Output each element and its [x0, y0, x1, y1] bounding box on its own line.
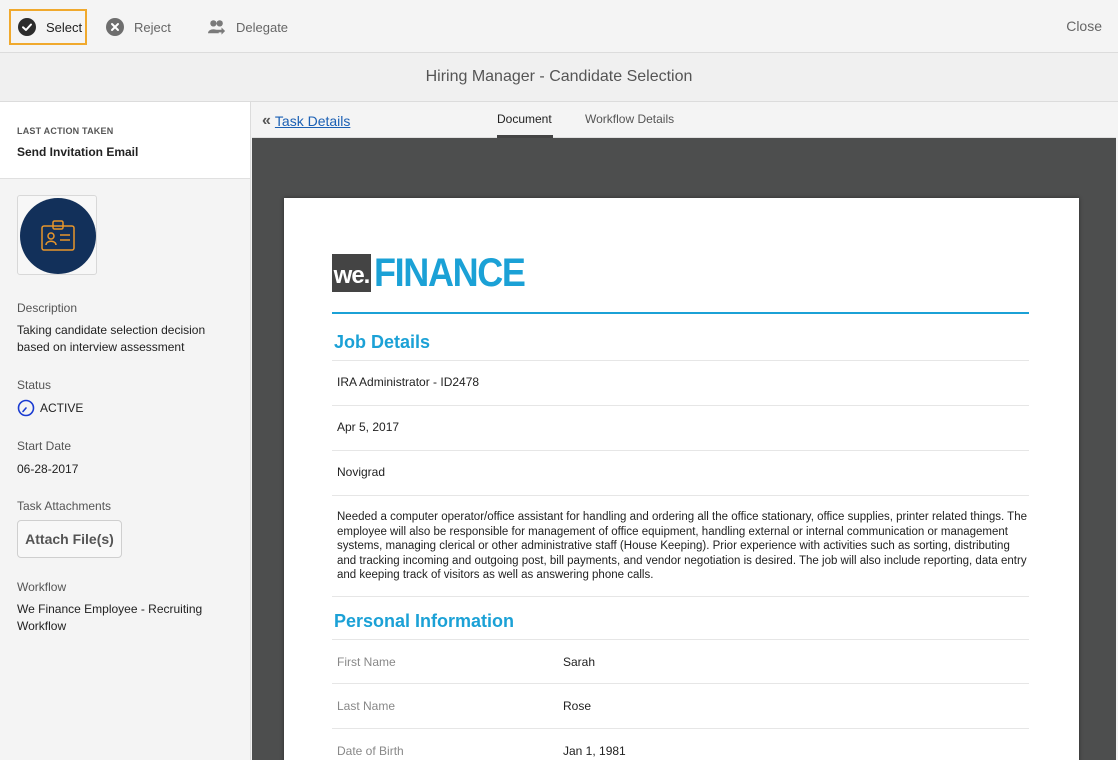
close-button[interactable]: Close — [1066, 18, 1102, 34]
start-date-value: 06-28-2017 — [17, 462, 79, 476]
dob-label: Date of Birth — [337, 744, 404, 758]
task-details-link[interactable]: « Task Details — [262, 112, 350, 130]
divider — [332, 405, 1029, 406]
last-action-panel: LAST ACTION TAKEN Send Invitation Email — [0, 102, 250, 179]
double-chevron-left-icon: « — [262, 112, 271, 129]
tab-document[interactable]: Document — [497, 112, 552, 126]
task-details-label: Task Details — [274, 113, 351, 129]
reject-label: Reject — [134, 19, 171, 35]
tab-bar: « Task Details Document Workflow Details — [252, 102, 1116, 138]
status-badge: ACTIVE — [17, 399, 83, 417]
divider — [332, 596, 1029, 597]
description-value: Taking candidate selection decision base… — [17, 323, 206, 354]
divider — [332, 639, 1029, 640]
first-name-value: Sarah — [563, 655, 596, 669]
avatar-circle — [20, 198, 96, 274]
tab-workflow-details[interactable]: Workflow Details — [585, 112, 674, 126]
document-page: we. FINANCE Job Details IRA Administrato… — [284, 198, 1079, 760]
personal-information-heading: Personal Information — [334, 611, 515, 631]
delegate-users-icon — [208, 20, 226, 35]
job-details-heading: Job Details — [334, 332, 431, 352]
description-label: Description — [17, 301, 78, 315]
close-circle-icon — [106, 18, 124, 36]
divider — [332, 495, 1029, 496]
task-sidebar: LAST ACTION TAKEN Send Invitation Email … — [0, 102, 251, 760]
select-button[interactable]: Select — [9, 9, 87, 45]
divider — [332, 360, 1029, 361]
divider — [332, 450, 1029, 451]
divider — [332, 683, 1029, 684]
delegate-label: Delegate — [236, 19, 289, 35]
first-name-label: First Name — [337, 655, 396, 669]
last-action-value: Send Invitation Email — [17, 145, 139, 159]
delegate-button[interactable]: Delegate — [208, 9, 288, 45]
checkmark-circle-icon — [18, 18, 36, 36]
reject-button[interactable]: Reject — [106, 9, 171, 45]
logo-we: we. — [332, 254, 371, 292]
dob-value: Jan 1, 1981 — [563, 744, 626, 758]
main-content: « Task Details Document Workflow Details… — [252, 102, 1116, 760]
status-label: Status — [17, 378, 52, 392]
page-title: Hiring Manager - Candidate Selection — [0, 53, 1118, 102]
we-finance-logo: we. FINANCE — [332, 251, 541, 295]
task-attachments-label: Task Attachments — [17, 499, 112, 513]
header-divider — [332, 312, 1029, 314]
job-date-value: Apr 5, 2017 — [337, 420, 400, 434]
logo-finance: FINANCE — [374, 251, 526, 295]
last-action-label: LAST ACTION TAKEN — [17, 126, 114, 136]
id-badge-icon — [41, 220, 75, 251]
last-name-label: Last Name — [337, 699, 396, 713]
clock-icon — [17, 399, 35, 417]
attach-files-button[interactable]: Attach File(s) — [17, 520, 122, 558]
last-name-value: Rose — [563, 699, 592, 713]
job-title-value: IRA Administrator - ID2478 — [337, 375, 480, 389]
action-toolbar: Select Reject Delegate Close — [0, 0, 1118, 53]
task-avatar — [17, 195, 97, 275]
job-location-value: Novigrad — [337, 465, 386, 479]
job-description-value: Needed a computer operator/office assist… — [337, 511, 1027, 581]
workflow-label: Workflow — [17, 580, 67, 594]
divider — [332, 728, 1029, 729]
status-value: ACTIVE — [40, 401, 84, 415]
select-label: Select — [46, 19, 83, 35]
document-viewer[interactable]: we. FINANCE Job Details IRA Administrato… — [252, 138, 1116, 760]
start-date-label: Start Date — [17, 439, 72, 453]
workflow-value: We Finance Employee - Recruiting Workflo… — [17, 602, 203, 633]
